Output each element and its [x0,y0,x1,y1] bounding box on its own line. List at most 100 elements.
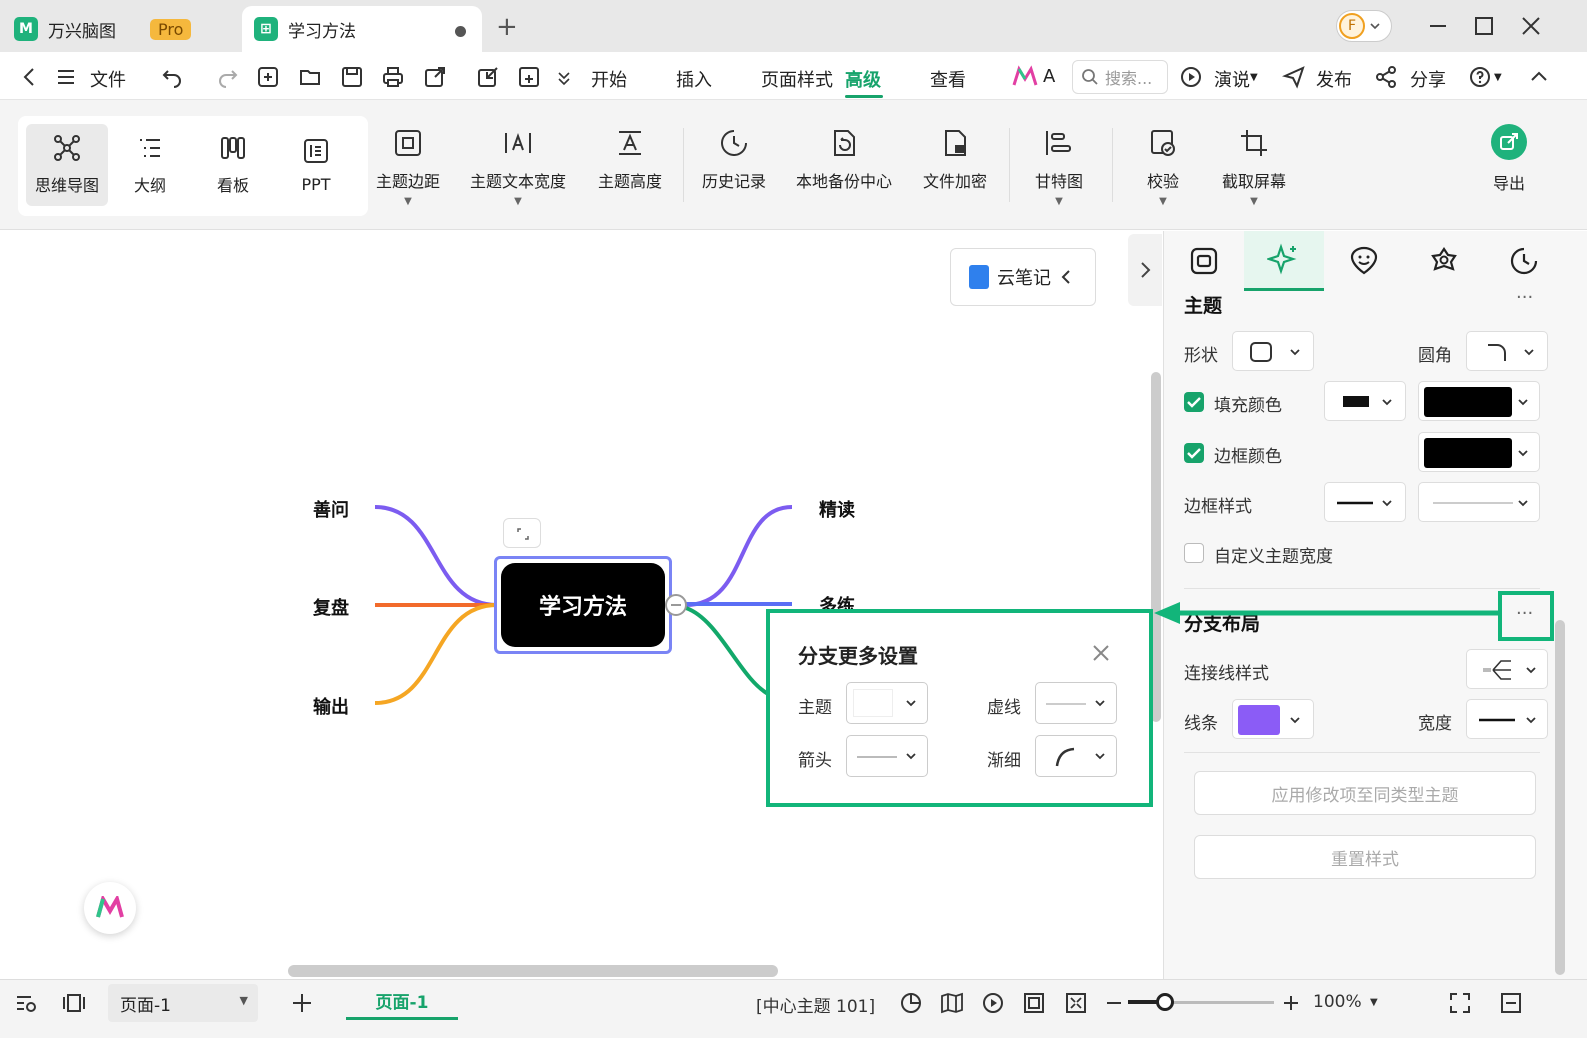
open-folder-icon[interactable] [298,65,322,89]
menu-tab-start[interactable]: 开始 [591,66,627,92]
branch-topic-fupan[interactable]: 复盘 [313,594,349,620]
topic-more-icon[interactable]: ··· [1516,287,1533,308]
split-view-icon[interactable] [1499,991,1523,1015]
more-chevron-icon[interactable] [556,65,572,89]
view-ppt-button[interactable]: PPT [275,124,357,206]
apply-to-same-type-button[interactable]: 应用修改项至同类型主题 [1194,771,1536,815]
border-dash-dropdown[interactable] [1418,482,1540,522]
custom-width-checkbox[interactable] [1184,543,1204,563]
panel-tab-layout[interactable] [1164,231,1244,291]
export-button[interactable]: 导出 [1491,124,1527,194]
publish-icon[interactable] [1282,65,1306,89]
gantt-caret-icon[interactable]: ▼ [1055,196,1063,207]
fit-topic-button[interactable] [503,518,541,548]
topic-margin-button[interactable]: 主题边距 ▼ [376,128,440,207]
new-file-icon[interactable] [256,65,280,89]
local-backup-button[interactable]: 本地备份中心 [796,128,892,192]
border-weight-dropdown[interactable] [1324,482,1406,522]
menu-tab-insert[interactable]: 插入 [676,66,712,92]
search-box[interactable]: 搜索... [1072,60,1168,94]
fullscreen-expand-icon[interactable] [1064,991,1088,1015]
zoom-slider-handle[interactable] [1155,993,1174,1011]
pie-stats-icon[interactable] [899,991,923,1015]
page-select-dropdown[interactable]: 页面-1 ▼ [108,984,258,1022]
popup-dash-dropdown[interactable] [1035,682,1117,724]
ai-assistant-button[interactable] [84,882,136,934]
topic-height-button[interactable]: 主题高度 [598,128,662,192]
view-outline-button[interactable]: 大纲 [109,124,191,206]
border-color-dropdown[interactable] [1418,432,1540,472]
reset-style-button[interactable]: 重置样式 [1194,835,1536,879]
panel-tab-style[interactable] [1244,231,1324,291]
file-encrypt-button[interactable]: 文件加密 [923,128,987,192]
horizontal-scrollbar[interactable] [288,965,778,977]
toggle-panel-button[interactable] [1128,234,1162,306]
add-page-icon[interactable] [290,991,314,1015]
border-color-checkbox[interactable] [1184,443,1204,463]
panel-tab-history[interactable] [1484,231,1564,291]
branch-topic-jingdu[interactable]: 精读 [819,496,855,522]
present-caret-icon[interactable]: ▼ [1250,72,1258,83]
close-window-icon[interactable] [1519,14,1543,38]
popup-taper-dropdown[interactable] [1035,735,1117,777]
topic-margin-caret-icon[interactable]: ▼ [404,196,412,207]
share-icon[interactable] [1374,65,1398,89]
corner-dropdown[interactable] [1466,331,1548,371]
fill-pattern-dropdown[interactable] [1324,381,1406,421]
present-play-icon[interactable] [1179,65,1203,89]
fullscreen-icon[interactable] [1448,991,1472,1015]
line-width-dropdown[interactable] [1466,699,1548,739]
panel-tab-sticker[interactable] [1324,231,1404,291]
history-button[interactable]: 历史记录 [702,128,766,192]
undo-icon[interactable] [160,65,184,89]
zoom-out-icon[interactable] [1102,991,1126,1015]
shape-dropdown[interactable] [1232,331,1314,371]
minimize-icon[interactable] [1426,14,1450,38]
save-icon[interactable] [340,65,364,89]
collapse-branch-icon[interactable] [665,594,687,616]
topic-text-width-button[interactable]: 主题文本宽度 ▼ [470,128,566,207]
fill-color-checkbox[interactable] [1184,392,1204,412]
collapse-ribbon-icon[interactable] [1527,65,1551,89]
page-tab[interactable]: 页面-1 [346,984,458,1020]
unsaved-dot-icon[interactable] [455,26,466,37]
screenshot-button[interactable]: 截取屏幕 ▼ [1222,128,1286,207]
share-button[interactable]: 分享 [1410,66,1446,92]
fit-frame-icon[interactable] [1022,991,1046,1015]
screenshot-caret-icon[interactable]: ▼ [1250,196,1258,207]
help-icon[interactable] [1468,65,1492,89]
menu-tab-advanced[interactable]: 高级 [845,66,881,92]
fill-color-dropdown[interactable] [1418,381,1540,421]
branch-topic-shuchu[interactable]: 输出 [313,693,349,719]
avatar[interactable]: F [1336,10,1392,42]
view-mindmap-button[interactable]: 思维导图 [26,124,108,206]
zoom-caret-icon[interactable]: ▼ [1370,997,1378,1008]
cloud-note-button[interactable]: 云笔记 [950,248,1096,306]
menu-tab-page-style[interactable]: 页面样式 [761,66,833,92]
line-color-dropdown[interactable] [1232,699,1314,739]
view-kanban-button[interactable]: 看板 [192,124,274,206]
topic-text-width-caret-icon[interactable]: ▼ [514,196,522,207]
book-icon[interactable] [940,991,964,1015]
hamburger-menu-icon[interactable] [54,65,78,89]
page-panel-icon[interactable] [62,991,86,1015]
panel-scrollbar[interactable] [1555,620,1565,975]
zoom-in-icon[interactable] [1279,991,1303,1015]
export-file-icon[interactable] [423,65,447,89]
branch-more-button[interactable]: ··· [1498,591,1554,641]
maximize-icon[interactable] [1472,14,1496,38]
close-icon[interactable] [1088,640,1114,666]
outline-toggle-icon[interactable] [14,991,38,1015]
verify-caret-icon[interactable]: ▼ [1159,196,1167,207]
connector-style-dropdown[interactable] [1466,649,1548,689]
gantt-button[interactable]: 甘特图 ▼ [1035,128,1083,207]
ai-label[interactable]: A [1043,66,1055,87]
save-as-icon[interactable] [517,65,541,89]
central-topic[interactable]: 学习方法 [501,563,665,647]
present-menu[interactable]: 演说 [1214,66,1250,92]
add-tab-icon[interactable]: + [496,12,518,42]
branch-topic-shanwen[interactable]: 善问 [313,496,349,522]
popup-arrow-dropdown[interactable] [846,735,928,777]
tab-document[interactable]: ⊞ 学习方法 [242,6,482,52]
back-icon[interactable] [18,65,42,89]
